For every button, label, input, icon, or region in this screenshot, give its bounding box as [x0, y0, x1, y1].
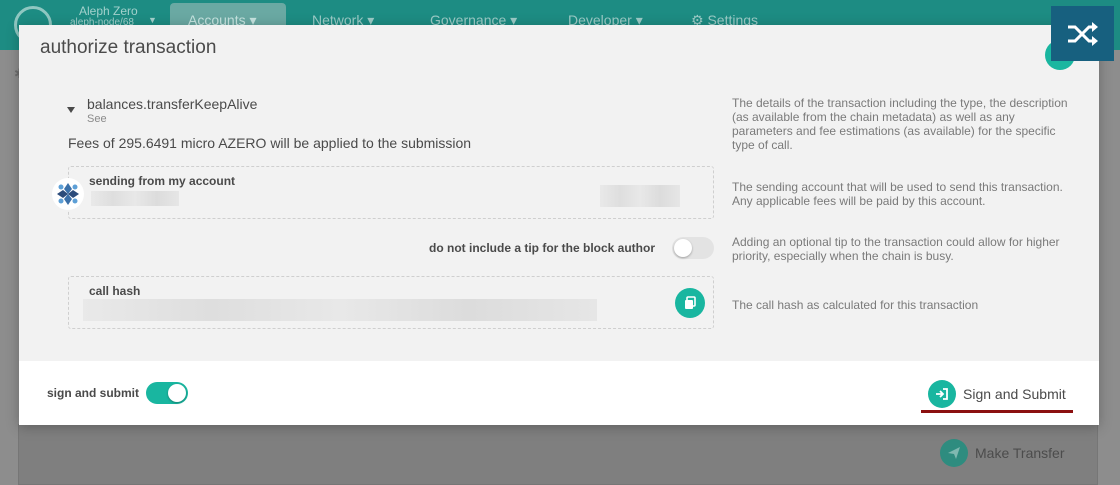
authorize-transaction-modal: authorize transaction balances.transferK… — [19, 25, 1099, 425]
call-hash-label: call hash — [89, 284, 141, 298]
transfer-panel — [18, 424, 1098, 485]
modal-footer: sign and submit Sign and Submit — [19, 361, 1099, 425]
sender-balance — [600, 185, 680, 207]
call-see-link[interactable]: See — [87, 113, 107, 125]
sign-and-submit-label: Sign and Submit — [963, 386, 1066, 402]
copy-button[interactable] — [675, 288, 705, 318]
tip-toggle-label: do not include a tip for the block autho… — [429, 241, 655, 255]
sign-and-submit-toggle[interactable] — [146, 382, 188, 404]
nav-developer[interactable]: Developer ▾ — [550, 3, 655, 27]
call-hash-value — [83, 299, 597, 321]
copy-icon — [685, 296, 696, 309]
nav-accounts[interactable]: Accounts ▾ — [170, 3, 286, 27]
submit-highlight-underline — [921, 410, 1073, 413]
call-name[interactable]: balances.transferKeepAlive — [87, 96, 257, 112]
call-hash-help-text: The call hash as calculated for this tra… — [732, 298, 979, 312]
sender-label: sending from my account — [89, 174, 236, 188]
account-identicon-icon — [52, 178, 84, 210]
sign-in-icon — [928, 380, 956, 408]
toggle-knob — [674, 239, 692, 257]
nav-governance[interactable]: Governance ▾ — [412, 3, 529, 27]
nav-network[interactable]: Network ▾ — [294, 3, 386, 27]
sender-help-text: The sending account that will be used to… — [732, 180, 1063, 208]
make-transfer-label: Make Transfer — [975, 445, 1065, 461]
sign-and-submit-button[interactable]: Sign and Submit — [928, 379, 1066, 409]
fees-text: Fees of 295.6491 micro AZERO will be app… — [68, 135, 472, 151]
caret-down-icon[interactable] — [67, 107, 75, 113]
paper-plane-icon — [940, 439, 968, 467]
sender-account-field[interactable]: sending from my account — [68, 166, 714, 219]
tip-help-text: Adding an optional tip to the transactio… — [732, 235, 1060, 263]
shuffle-button[interactable] — [1051, 6, 1114, 61]
shuffle-icon — [1067, 21, 1098, 46]
chevron-down-icon: ▼ — [148, 15, 157, 25]
tip-toggle[interactable] — [672, 237, 714, 259]
chain-name: Aleph Zero — [79, 4, 138, 18]
call-hash-field: call hash — [68, 276, 714, 329]
sign-and-submit-toggle-label: sign and submit — [47, 386, 140, 400]
toggle-knob — [168, 384, 186, 402]
nav-settings[interactable]: ⚙ Settings — [673, 3, 770, 27]
sender-address — [91, 191, 179, 206]
modal-title: authorize transaction — [40, 37, 217, 58]
call-help-text: The details of the transaction including… — [732, 96, 1068, 152]
make-transfer-button[interactable]: Make Transfer — [940, 438, 1064, 468]
